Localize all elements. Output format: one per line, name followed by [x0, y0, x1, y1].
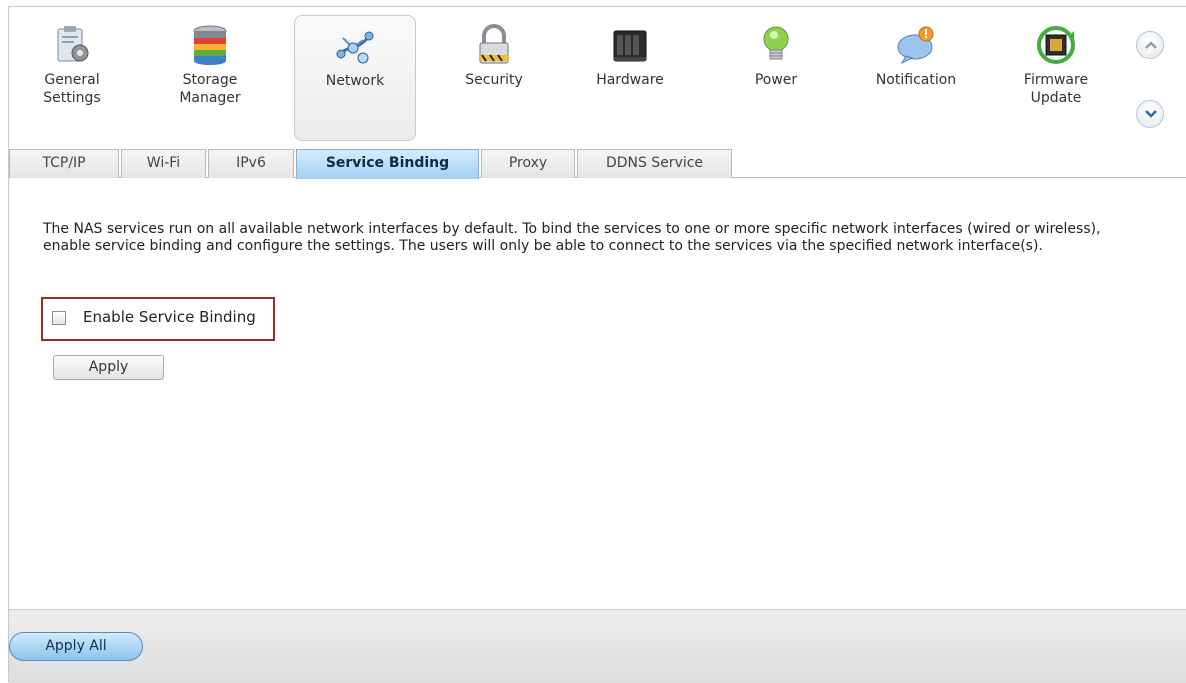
- tab-service-binding[interactable]: Service Binding: [296, 149, 479, 179]
- nav-notification[interactable]: Notification: [855, 15, 977, 141]
- tab-ddns-service[interactable]: DDNS Service: [577, 149, 732, 178]
- nav-label: Network: [325, 73, 385, 89]
- control-panel-frame: General Settings Storage Manager Network…: [8, 6, 1186, 683]
- nav-label: Security: [465, 72, 523, 88]
- settings-icon-bar: General Settings Storage Manager Network…: [9, 7, 1186, 147]
- nav-label: General Settings: [43, 72, 101, 106]
- service-binding-panel: The NAS services run on all available ne…: [9, 179, 1186, 609]
- tab-proxy[interactable]: Proxy: [481, 149, 575, 178]
- apply-all-button[interactable]: Apply All: [9, 632, 143, 661]
- nav-firmware-update[interactable]: Firmware Update: [995, 15, 1117, 141]
- tab-wi-fi[interactable]: Wi-Fi: [121, 149, 206, 178]
- hardware-icon: [613, 30, 647, 62]
- nav-power[interactable]: Power: [715, 15, 837, 141]
- firmware-chip-icon: [1037, 26, 1075, 64]
- enable-service-binding-label[interactable]: Enable Service Binding: [83, 308, 256, 326]
- nav-label: Power: [754, 72, 798, 88]
- service-binding-description: The NAS services run on all available ne…: [43, 221, 1101, 254]
- footer-bar: Apply All: [9, 609, 1186, 683]
- apply-button[interactable]: Apply: [53, 355, 164, 380]
- nav-storage-manager[interactable]: Storage Manager: [149, 15, 271, 141]
- scroll-up-button[interactable]: [1136, 31, 1164, 59]
- tab-tcp-ip[interactable]: TCP/IP: [9, 149, 119, 178]
- nav-label: Firmware Update: [1023, 72, 1089, 106]
- nav-general-settings[interactable]: General Settings: [11, 15, 133, 141]
- lock-icon: [479, 24, 509, 64]
- chevron-down-icon: [1145, 110, 1157, 118]
- notification-bubble-icon: [897, 26, 934, 65]
- network-icon: [336, 31, 374, 64]
- nav-security[interactable]: Security: [433, 15, 555, 141]
- chevron-up-icon: [1145, 41, 1157, 49]
- scroll-down-button[interactable]: [1136, 100, 1164, 128]
- storage-manager-icon: [193, 25, 227, 65]
- enable-service-binding-checkbox[interactable]: [52, 311, 66, 325]
- nav-label: Notification: [875, 72, 957, 88]
- nav-label: Storage Manager: [179, 72, 241, 106]
- nav-label: Hardware: [596, 72, 664, 88]
- general-settings-icon: [57, 26, 89, 62]
- lightbulb-icon: [763, 26, 789, 60]
- tab-ipv6[interactable]: IPv6: [208, 149, 294, 178]
- nav-hardware[interactable]: Hardware: [569, 15, 691, 141]
- nav-network[interactable]: Network: [294, 15, 416, 141]
- tab-bar: TCP/IP Wi-Fi IPv6 Service Binding Proxy …: [9, 146, 1186, 179]
